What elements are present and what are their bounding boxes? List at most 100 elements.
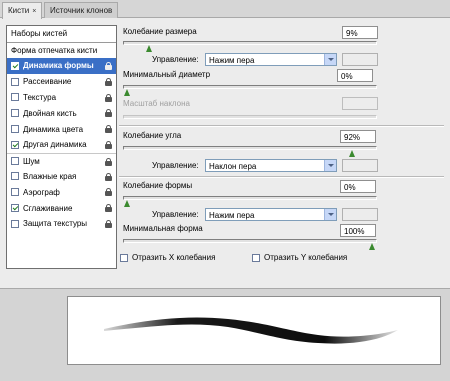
roundness-jitter-value[interactable]: 0% [340, 180, 376, 193]
size-jitter-label: Колебание размера [123, 27, 197, 36]
sidebar-item[interactable]: Текстура [7, 90, 116, 106]
lock-icon[interactable] [105, 62, 112, 70]
flip-y-box[interactable] [252, 253, 260, 262]
angle-jitter-thumb[interactable] [349, 150, 356, 157]
sidebar-item[interactable]: Рассеивание [7, 74, 116, 90]
sidebar-item-label: Аэрограф [23, 187, 60, 197]
flip-x-label: Отразить X колебания [132, 253, 216, 262]
divider [119, 125, 444, 127]
presets-label: Наборы кистей [11, 29, 68, 38]
sidebar-item-checkbox[interactable] [11, 140, 19, 149]
sidebar-item-label: Текстура [23, 92, 57, 102]
sidebar-item-checkbox[interactable] [11, 204, 19, 213]
tab-brushes[interactable]: Кисти × [2, 2, 43, 19]
size-control-select[interactable]: Нажим пера [205, 53, 337, 66]
chevron-down-icon [324, 54, 336, 65]
angle-jitter-label: Колебание угла [123, 131, 182, 140]
sidebar-item-checkbox[interactable] [11, 109, 19, 118]
roundness-control-box [342, 208, 378, 221]
lock-icon[interactable] [105, 109, 112, 118]
size-control-label: Управление: [152, 55, 199, 64]
sidebar-item-tip-shape[interactable]: Форма отпечатка кисти [7, 43, 116, 58]
sidebar-item-presets[interactable]: Наборы кистей [7, 26, 116, 43]
sidebar-item-label: Сглаживание [23, 203, 73, 213]
sidebar-item[interactable]: Другая динамика [7, 137, 116, 153]
lock-icon[interactable] [105, 172, 112, 181]
lock-icon[interactable] [105, 219, 112, 228]
tip-shape-label: Форма отпечатка кисти [11, 46, 98, 55]
sidebar-item-label: Рассеивание [23, 77, 72, 87]
roundness-jitter-thumb[interactable] [124, 200, 131, 207]
angle-jitter-value[interactable]: 92% [340, 130, 376, 143]
flip-y-label: Отразить Y колебания [264, 253, 348, 262]
tilt-scale-label: Масштаб наклона [123, 99, 190, 108]
lock-icon[interactable] [105, 204, 112, 213]
size-jitter-slider[interactable] [123, 41, 377, 52]
brush-stroke [104, 317, 398, 344]
size-jitter-thumb[interactable] [146, 45, 153, 52]
angle-control-value: Наклон пера [209, 162, 257, 171]
tab-clone-source[interactable]: Источник клонов [44, 2, 119, 18]
angle-control-select[interactable]: Наклон пера [205, 159, 337, 172]
chevron-down-icon [324, 160, 336, 171]
lock-icon[interactable] [105, 93, 112, 102]
size-control-value: Нажим пера [209, 56, 255, 65]
tab-bar: Кисти × Источник клонов [0, 0, 450, 19]
sidebar-item-checkbox[interactable] [11, 125, 19, 134]
min-roundness-thumb[interactable] [369, 243, 376, 250]
roundness-control-label: Управление: [152, 210, 199, 219]
angle-control-box [342, 159, 378, 172]
flip-x-box[interactable] [120, 253, 128, 262]
sidebar-item-checkbox[interactable] [11, 172, 19, 181]
roundness-jitter-slider[interactable] [123, 196, 377, 207]
lock-icon[interactable] [105, 140, 112, 149]
close-icon[interactable]: × [32, 8, 36, 15]
brush-preview [67, 296, 441, 365]
sidebar-item[interactable]: Аэрограф [7, 184, 116, 200]
lock-icon[interactable] [105, 157, 112, 166]
min-diameter-value[interactable]: 0% [337, 69, 373, 82]
tilt-scale-value [342, 97, 378, 110]
tilt-scale-slider [123, 115, 377, 119]
sidebar-item-label: Влажные края [23, 171, 77, 181]
min-roundness-value[interactable]: 100% [340, 224, 376, 237]
sidebar-item-checkbox[interactable] [11, 219, 19, 228]
sidebar-item[interactable]: Сглаживание [7, 200, 116, 216]
angle-jitter-slider[interactable] [123, 146, 377, 157]
size-control-box [342, 53, 378, 66]
sidebar-item[interactable]: Двойная кисть [7, 105, 116, 121]
sidebar-item[interactable]: Защита текстуры [7, 216, 116, 232]
tab-clone-source-label: Источник клонов [50, 6, 113, 15]
sidebar-item-checkbox[interactable] [11, 61, 19, 70]
sidebar-item[interactable]: Динамика формы [7, 58, 116, 74]
roundness-jitter-label: Колебание формы [123, 181, 193, 190]
sidebar-item-label: Защита текстуры [23, 219, 88, 229]
sidebar-item[interactable]: Влажные края [7, 169, 116, 185]
brush-sidebar: Наборы кистей Форма отпечатка кисти Дина… [6, 25, 117, 269]
divider [119, 176, 444, 178]
sidebar-item-checkbox[interactable] [11, 188, 19, 197]
chevron-down-icon [324, 209, 336, 220]
brush-stroke-preview [104, 317, 398, 344]
lock-icon[interactable] [105, 77, 112, 86]
size-jitter-value[interactable]: 9% [342, 26, 378, 39]
sidebar-item-label: Двойная кисть [23, 108, 77, 118]
lock-icon[interactable] [105, 125, 112, 134]
tab-brushes-label: Кисти [8, 6, 30, 15]
angle-control-label: Управление: [152, 161, 199, 170]
min-diameter-label: Минимальный диаметр [123, 70, 211, 79]
sidebar-item-label: Динамика цвета [23, 124, 84, 134]
sidebar-item[interactable]: Динамика цвета [7, 121, 116, 137]
min-diameter-slider[interactable] [123, 85, 377, 96]
sidebar-item-checkbox[interactable] [11, 77, 19, 86]
min-diameter-thumb[interactable] [124, 89, 131, 96]
flip-x-checkbox[interactable]: Отразить X колебания [120, 253, 215, 262]
min-roundness-label: Минимальная форма [123, 224, 203, 233]
sidebar-item-checkbox[interactable] [11, 157, 19, 166]
min-roundness-slider[interactable] [123, 239, 377, 250]
sidebar-item-checkbox[interactable] [11, 93, 19, 102]
flip-y-checkbox[interactable]: Отразить Y колебания [252, 253, 347, 262]
lock-icon[interactable] [105, 188, 112, 197]
roundness-control-select[interactable]: Нажим пера [205, 208, 337, 221]
sidebar-item[interactable]: Шум [7, 152, 116, 169]
